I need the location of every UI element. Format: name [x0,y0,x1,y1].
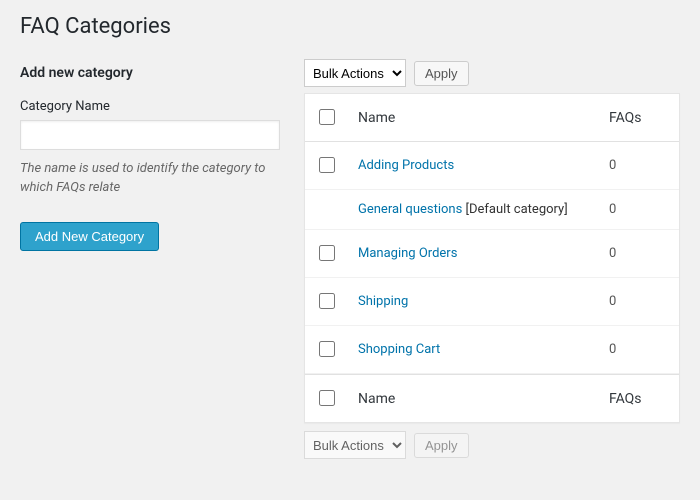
form-heading: Add new category [20,65,280,81]
faq-count: 0 [599,142,679,190]
category-link[interactable]: Shipping [358,294,408,309]
tablenav-bottom: Bulk Actions Apply [304,431,680,459]
category-link[interactable]: Shopping Cart [358,342,440,357]
category-link[interactable]: Adding Products [358,158,454,173]
bulk-actions-select[interactable]: Bulk Actions [304,59,406,87]
bulk-actions-select-bottom[interactable]: Bulk Actions [304,431,406,459]
row-checkbox[interactable] [319,157,335,173]
column-faqs[interactable]: FAQs [599,94,679,142]
categories-table: Name FAQs Adding Products0General questi… [304,93,680,423]
category-name-label: Category Name [20,99,280,114]
column-faqs-footer: FAQs [599,374,679,422]
faq-count: 0 [599,326,679,374]
table-row: Shipping 0 [305,278,679,326]
faq-count: 0 [599,190,679,230]
default-badge: [Default category] [462,202,567,217]
category-link[interactable]: General questions [358,202,462,217]
tablenav-top: Bulk Actions Apply [304,59,680,87]
row-checkbox[interactable] [319,245,335,261]
table-row: Managing Orders 0 [305,230,679,278]
category-link[interactable]: Managing Orders [358,246,457,261]
table-row: Adding Products 0 [305,142,679,190]
category-name-input[interactable] [20,120,280,150]
column-name[interactable]: Name [348,94,599,142]
apply-button-bottom[interactable]: Apply [414,433,469,458]
select-all-checkbox[interactable] [319,109,335,125]
table-row: Shopping Cart 0 [305,326,679,374]
table-row: General questions [Default category] 0 [305,190,679,230]
faq-count: 0 [599,230,679,278]
select-all-checkbox-bottom[interactable] [319,390,335,406]
column-name-footer: Name [348,374,599,422]
add-new-category-button[interactable]: Add New Category [20,222,159,251]
page-title: FAQ Categories [20,14,680,39]
add-category-form: Add new category Category Name The name … [20,59,280,465]
category-name-description: The name is used to identify the categor… [20,160,280,198]
apply-button[interactable]: Apply [414,61,469,86]
row-checkbox[interactable] [319,341,335,357]
row-checkbox[interactable] [319,293,335,309]
faq-count: 0 [599,278,679,326]
